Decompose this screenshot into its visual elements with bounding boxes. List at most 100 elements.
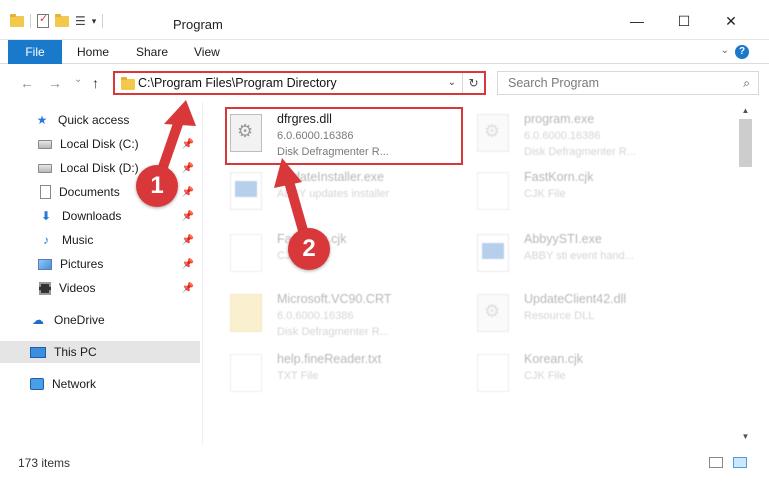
item-count: 173 items xyxy=(18,456,71,470)
file-icon xyxy=(477,172,509,210)
pictures-icon xyxy=(38,258,52,270)
pin-icon[interactable]: 📌 xyxy=(182,187,194,198)
pin-icon[interactable]: 📌 xyxy=(182,259,194,270)
sidebar-item-label: Local Disk (D:) xyxy=(60,161,139,175)
tab-share[interactable]: Share xyxy=(136,40,168,64)
file-item[interactable]: program.exe 6.0.6000.16386 Disk Defragme… xyxy=(455,106,705,158)
sidebar-item-pictures[interactable]: Pictures 📌 xyxy=(0,253,200,275)
vertical-scrollbar[interactable]: ▲ ▼ xyxy=(737,102,754,445)
folder-icon xyxy=(230,294,262,332)
address-bar[interactable]: C:\Program Files\Program Directory ⌄ ↻ xyxy=(113,71,486,95)
documents-icon xyxy=(40,185,51,199)
music-icon: ♪ xyxy=(43,233,49,247)
sidebar-item-downloads[interactable]: ⬇ Downloads 📌 xyxy=(0,205,200,227)
star-icon: ★ xyxy=(36,113,48,127)
sidebar-item-videos[interactable]: Videos 📌 xyxy=(0,277,200,299)
address-path[interactable]: C:\Program Files\Program Directory xyxy=(138,76,337,90)
navigation-bar: ← → ⌄ ↑ C:\Program Files\Program Directo… xyxy=(0,64,769,102)
pin-icon[interactable]: 📌 xyxy=(182,235,194,246)
title-bar: ☰ ▾ Program — ☐ ✕ xyxy=(0,0,769,40)
sidebar-item-network[interactable]: Network xyxy=(0,373,200,395)
close-button[interactable]: ✕ xyxy=(716,10,746,32)
up-button[interactable]: ↑ xyxy=(92,75,99,91)
sidebar-item-music[interactable]: ♪ Music 📌 xyxy=(0,229,200,251)
tab-file[interactable]: File xyxy=(8,40,62,64)
sidebar-item-local-disk-c[interactable]: Local Disk (C:) 📌 xyxy=(0,133,200,155)
download-icon: ⬇ xyxy=(40,209,52,223)
scroll-down-icon[interactable]: ▼ xyxy=(737,428,754,445)
network-icon xyxy=(30,378,44,390)
pin-icon[interactable]: 📌 xyxy=(182,139,194,150)
file-version: 6.0.6000.16386 xyxy=(277,310,354,322)
computer-icon xyxy=(30,346,46,358)
details-view-icon[interactable] xyxy=(709,457,723,468)
scroll-up-icon[interactable]: ▲ xyxy=(737,102,754,119)
file-description: ABBY sti event hand... xyxy=(524,250,634,262)
file-item[interactable]: Microsoft.VC90.CRT 6.0.6000.16386 Disk D… xyxy=(208,286,458,338)
sidebar-item-label: Quick access xyxy=(58,113,130,127)
quick-access-toolbar: ☰ ▾ xyxy=(10,12,104,28)
file-item[interactable]: Korean.cjk CJK File xyxy=(455,346,705,398)
chevron-down-icon[interactable]: ▾ xyxy=(92,16,97,27)
step-badge-1: 1 xyxy=(136,165,178,207)
chevron-down-icon[interactable]: ⌄ xyxy=(448,77,456,88)
expand-ribbon-icon[interactable]: ⌄ xyxy=(721,45,729,56)
sidebar-item-quick-access[interactable]: ★ Quick access xyxy=(0,109,200,131)
file-icon xyxy=(477,354,509,392)
file-item[interactable]: FastKorn.cjk CJK File xyxy=(208,226,458,278)
exe-file-icon xyxy=(477,234,509,272)
file-item[interactable]: UpdateInstaller.exe ABBY updates install… xyxy=(208,164,458,216)
window-bottom-edge xyxy=(0,475,769,487)
pin-icon[interactable]: 📌 xyxy=(182,211,194,222)
file-item[interactable]: AbbyySTI.exe ABBY sti event hand... xyxy=(455,226,705,278)
file-item[interactable]: help.fineReader.txt TXT File xyxy=(208,346,458,398)
customize-icon[interactable]: ☰ xyxy=(75,14,86,28)
sidebar-item-label: Downloads xyxy=(62,209,122,223)
file-type: TXT File xyxy=(277,370,319,382)
sidebar-item-onedrive[interactable]: ☁ OneDrive xyxy=(0,309,200,331)
recent-locations-button[interactable]: ⌄ xyxy=(74,74,82,85)
tab-home[interactable]: Home xyxy=(77,40,109,64)
file-description: Disk Defragmenter R... xyxy=(524,146,636,158)
sidebar-item-label: This PC xyxy=(54,345,97,359)
sidebar-item-label: Music xyxy=(62,233,94,247)
file-name: program.exe xyxy=(524,112,595,126)
tab-view[interactable]: View xyxy=(194,40,220,64)
search-icon: ⌕ xyxy=(743,76,750,90)
file-icon xyxy=(230,354,262,392)
sidebar-item-label: Videos xyxy=(59,281,96,295)
large-icons-view-icon[interactable] xyxy=(733,457,747,468)
file-item[interactable]: UpdateClient42.dll Resource DLL xyxy=(455,286,705,338)
pin-icon[interactable]: 📌 xyxy=(182,283,194,294)
refresh-button[interactable]: ↻ xyxy=(462,73,484,93)
file-description: Resource DLL xyxy=(524,310,595,322)
help-icon[interactable]: ? xyxy=(735,45,749,59)
new-folder-icon[interactable] xyxy=(55,13,69,27)
file-name: Korean.cjk xyxy=(524,352,584,366)
file-name: UpdateClient42.dll xyxy=(524,292,627,306)
file-name: FastKorn.cjk xyxy=(524,170,594,184)
disk-icon xyxy=(38,139,52,149)
exe-file-icon xyxy=(230,172,262,210)
cloud-icon: ☁ xyxy=(32,313,44,327)
sidebar-item-label: Pictures xyxy=(60,257,104,271)
search-input[interactable]: Search Program xyxy=(508,76,599,90)
file-description: Disk Defragmenter R... xyxy=(277,326,389,338)
file-list: dfrgres.dll 6.0.6000.16386 Disk Defragme… xyxy=(205,102,737,445)
search-box[interactable]: Search Program ⌕ xyxy=(497,71,759,95)
scroll-thumb[interactable] xyxy=(739,119,752,167)
divider xyxy=(102,14,104,28)
window-title: Program xyxy=(173,17,223,32)
highlight-box xyxy=(225,107,463,165)
properties-icon[interactable] xyxy=(37,12,49,28)
minimize-button[interactable]: — xyxy=(622,10,652,32)
ribbon-tabs: File Home Share View ⌄ ? xyxy=(0,40,769,64)
file-item[interactable]: FastKorn.cjk CJK File xyxy=(455,164,705,216)
file-name: help.fineReader.txt xyxy=(277,352,382,366)
sidebar-item-label: OneDrive xyxy=(54,313,105,327)
maximize-button[interactable]: ☐ xyxy=(669,10,699,32)
forward-button[interactable]: → xyxy=(48,75,62,91)
sidebar-item-this-pc[interactable]: This PC xyxy=(0,341,200,363)
pin-icon[interactable]: 📌 xyxy=(182,163,194,174)
back-button[interactable]: ← xyxy=(20,75,34,91)
